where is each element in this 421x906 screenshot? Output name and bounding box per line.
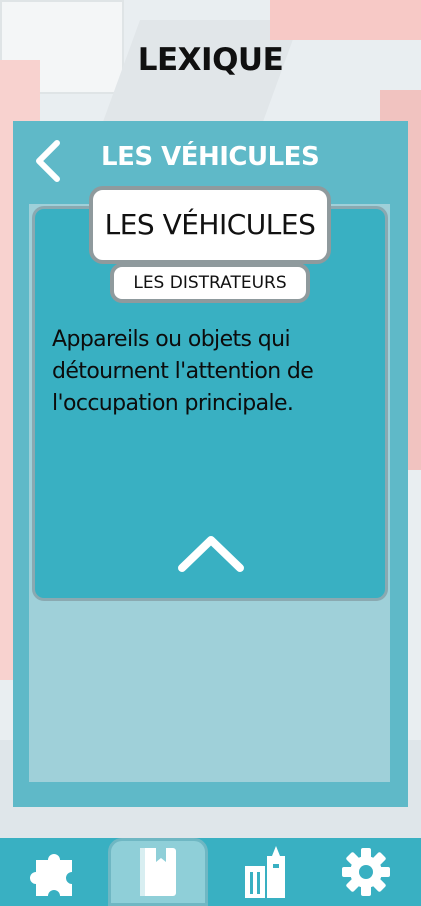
definition-text: Appareils ou objets qui détournent l'att… <box>52 327 314 416</box>
bottom-nav <box>0 838 421 906</box>
panel-title: LES VÉHICULES <box>101 142 320 172</box>
chevron-left-icon <box>36 140 60 182</box>
chevron-up-icon <box>178 536 244 572</box>
nav-buildings[interactable] <box>218 838 314 906</box>
building-icon <box>245 846 285 898</box>
nav-settings[interactable] <box>318 838 414 906</box>
gear-icon <box>342 848 390 896</box>
back-button[interactable] <box>29 137 69 185</box>
nav-puzzle[interactable] <box>8 838 104 906</box>
tab-vehicles[interactable]: LES VÉHICULES <box>89 186 331 264</box>
nav-lexicon[interactable] <box>108 838 208 906</box>
book-icon <box>140 848 176 896</box>
collapse-button[interactable] <box>176 532 246 576</box>
tab-distractors[interactable]: LES DISTRATEURS <box>110 263 310 303</box>
page-title: LEXIQUE <box>137 42 284 78</box>
puzzle-icon <box>30 854 72 896</box>
